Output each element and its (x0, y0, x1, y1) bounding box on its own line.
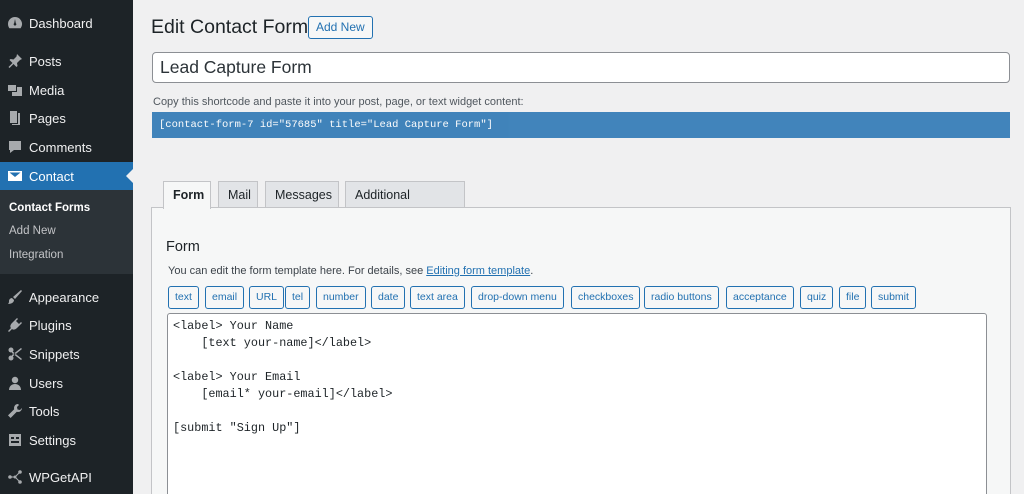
sidebar-item-label: Snippets (29, 346, 80, 362)
submenu-item-add-new[interactable]: Add New (9, 225, 56, 237)
sidebar-item-wpgetapi[interactable]: WPGetAPI (0, 463, 133, 491)
submenu-item-integration[interactable]: Integration (9, 249, 63, 261)
sidebar-item-label: WPGetAPI (29, 469, 92, 485)
sidebar-item-label: Comments (29, 139, 92, 155)
current-menu-arrow (126, 169, 133, 183)
main-content: Edit Contact Form Add New Copy this shor… (133, 0, 1024, 494)
sidebar-item-contact[interactable]: Contact (0, 162, 133, 190)
settings-icon (7, 432, 23, 448)
comment-icon (7, 139, 23, 155)
shortcode-label: Copy this shortcode and paste it into yo… (153, 96, 524, 108)
sidebar-item-label: Pages (29, 110, 66, 126)
tag-button-acceptance[interactable]: acceptance (726, 286, 794, 309)
form-title-input[interactable] (152, 52, 1010, 83)
tag-button-email[interactable]: email (205, 286, 245, 309)
page-title: Edit Contact Form (151, 16, 309, 38)
tag-button-number[interactable]: number (316, 286, 366, 309)
sidebar-item-label: Plugins (29, 317, 72, 333)
tag-button-text[interactable]: text (168, 286, 199, 309)
tag-button-date[interactable]: date (371, 286, 406, 309)
description-text: You can edit the form template here. For… (168, 265, 427, 277)
sidebar-item-comments[interactable]: Comments (0, 133, 133, 161)
sidebar-item-media[interactable]: Media (0, 76, 133, 104)
sidebar-item-snippets[interactable]: Snippets (0, 340, 133, 368)
form-template-editor[interactable]: <label> Your Name [text your-name]</labe… (167, 313, 987, 494)
sidebar-item-label: Dashboard (29, 15, 93, 31)
sidebar-item-users[interactable]: Users (0, 369, 133, 397)
media-icon (7, 82, 23, 98)
sidebar-item-label: Users (29, 375, 63, 391)
add-new-button[interactable]: Add New (308, 16, 373, 39)
sidebar-item-settings[interactable]: Settings (0, 426, 133, 454)
tag-button-textarea[interactable]: text area (410, 286, 465, 309)
tag-button-checkboxes[interactable]: checkboxes (571, 286, 641, 309)
panel-description: You can edit the form template here. For… (168, 265, 533, 277)
form-panel: Form You can edit the form template here… (151, 207, 1011, 494)
editing-form-template-link[interactable]: Editing form template (426, 265, 530, 277)
tag-button-file[interactable]: file (839, 286, 867, 309)
sidebar-item-label: Tools (29, 403, 60, 419)
sidebar-item-label: Posts (29, 53, 62, 69)
sidebar-item-dashboard[interactable]: Dashboard (0, 9, 133, 37)
sidebar-item-tools[interactable]: Tools (0, 397, 133, 425)
description-suffix: . (530, 265, 534, 277)
tab-form[interactable]: Form (163, 181, 211, 209)
sidebar-item-label: Settings (29, 432, 76, 448)
plugin-icon (7, 317, 23, 333)
brush-icon (7, 289, 23, 305)
panel-heading: Form (166, 239, 200, 255)
api-icon (7, 469, 23, 485)
tag-button-submit[interactable]: submit (871, 286, 916, 309)
wrench-icon (7, 403, 23, 419)
dashboard-icon (7, 15, 23, 31)
tab-additional-settings[interactable]: Additional Settings (345, 181, 465, 228)
pin-icon (7, 53, 23, 69)
sidebar-item-label: Appearance (29, 289, 100, 305)
tag-button-radio[interactable]: radio buttons (644, 286, 719, 309)
submenu-item-contact-forms[interactable]: Contact Forms (9, 202, 90, 214)
tab-messages[interactable]: Messages (265, 181, 339, 208)
sidebar-item-appearance[interactable]: Appearance (0, 283, 133, 311)
sidebar-item-label: Contact (29, 168, 74, 184)
sidebar-item-pages[interactable]: Pages (0, 104, 133, 132)
pages-icon (7, 110, 23, 126)
sidebar-item-posts[interactable]: Posts (0, 47, 133, 75)
contact-submenu: Contact Forms Add New Integration (0, 190, 133, 274)
tag-button-url[interactable]: URL (249, 286, 285, 309)
tab-mail[interactable]: Mail (218, 181, 258, 208)
envelope-icon (7, 168, 23, 184)
sidebar-item-plugins[interactable]: Plugins (0, 311, 133, 339)
admin-sidebar: Dashboard Posts Media Pages Comments Con… (0, 0, 133, 494)
scissors-icon (7, 346, 23, 362)
tag-button-quiz[interactable]: quiz (800, 286, 834, 309)
sidebar-item-label: Media (29, 82, 65, 98)
user-icon (7, 375, 23, 391)
tag-button-tel[interactable]: tel (285, 286, 311, 309)
shortcode-field[interactable]: [contact-form-7 id="57685" title="Lead C… (152, 112, 1010, 138)
tag-button-dropdown[interactable]: drop-down menu (471, 286, 564, 309)
